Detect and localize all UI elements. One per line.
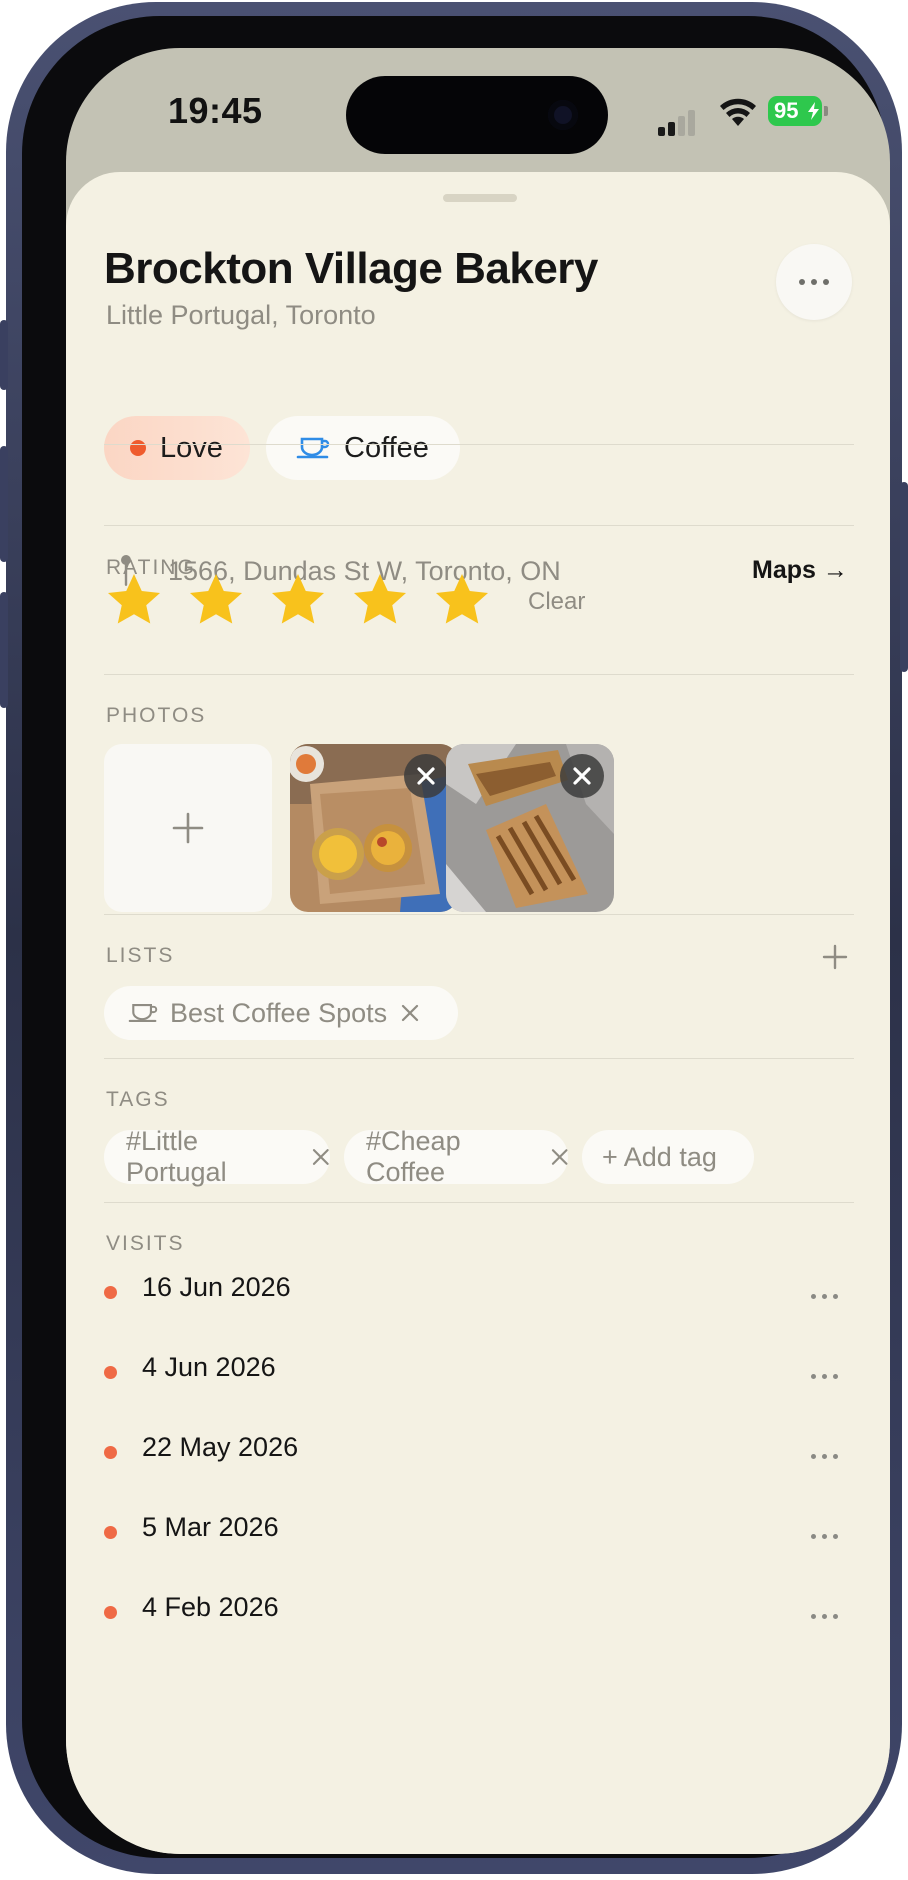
power-button [900,482,908,672]
dynamic-island [346,76,608,154]
visit-more-button[interactable] [811,1614,838,1619]
tag-label: #Little Portugal [126,1126,227,1187]
battery-tip [824,106,828,116]
visit-row[interactable]: 5 Mar 2026 [104,1512,854,1562]
photo-thumbnail[interactable] [446,744,614,912]
close-icon [573,767,591,785]
visit-more-button[interactable] [811,1374,838,1379]
add-tag-button[interactable]: + Add tag [582,1130,754,1184]
star-icon[interactable] [268,570,328,630]
ellipsis-icon [776,244,852,320]
visit-row[interactable]: 4 Feb 2026 [104,1592,854,1642]
tag-chip[interactable]: #Little Portugal [104,1126,330,1187]
status-chip-label: Love [160,431,223,464]
visit-date: 16 Jun 2026 [142,1272,291,1302]
visit-date: 4 Feb 2026 [142,1592,279,1622]
divider [104,444,854,445]
photo-thumbnail[interactable] [290,744,458,912]
plus-icon [172,812,204,844]
star-rating[interactable] [104,570,492,630]
tag-chip[interactable]: #Cheap Coffee [344,1126,568,1187]
divider [104,914,854,915]
visit-more-button[interactable] [811,1454,838,1459]
divider [104,1202,854,1203]
bezel: 19:45 95 Brockton Village Bakery Little … [22,16,890,1858]
wifi-icon [720,98,756,126]
divider [104,674,854,675]
status-chip-love[interactable]: Love [104,416,250,480]
remove-photo-button[interactable] [404,754,448,798]
more-options-button[interactable] [776,244,852,320]
action-button [0,320,8,390]
photos-label: PHOTOS [106,704,207,727]
visit-more-button[interactable] [811,1534,838,1539]
place-neighborhood: Little Portugal, Toronto [106,300,376,330]
divider [104,1058,854,1059]
visit-date: 22 May 2026 [142,1432,299,1462]
tags-label: TAGS [106,1088,170,1111]
visit-dot-icon [104,1526,117,1539]
volume-up-button [0,446,8,562]
visits-label: VISITS [106,1232,185,1255]
add-to-list-button[interactable] [822,944,848,970]
remove-list-icon[interactable] [401,1004,419,1022]
close-icon [417,767,435,785]
open-maps-link[interactable]: Maps → [752,556,848,585]
remove-tag-icon[interactable] [551,1148,568,1166]
volume-down-button [0,592,8,708]
visit-dot-icon [104,1366,117,1379]
list-chip[interactable]: Best Coffee Spots [104,986,458,1040]
visit-row[interactable]: 22 May 2026 [104,1432,854,1482]
divider [104,525,854,526]
sheet-grabber[interactable] [443,194,517,202]
clear-rating-button[interactable]: Clear [528,588,585,616]
remove-photo-button[interactable] [560,754,604,798]
phone-frame: 19:45 95 Brockton Village Bakery Little … [0,2,908,1874]
visit-date: 4 Jun 2026 [142,1352,276,1382]
battery-level: 95 [774,98,799,123]
tag-label: #Cheap Coffee [366,1126,461,1187]
status-time: 19:45 [168,90,263,131]
visit-more-button[interactable] [811,1294,838,1299]
star-icon[interactable] [186,570,246,630]
place-detail-sheet: Brockton Village Bakery Little Portugal,… [66,172,890,1854]
visit-dot-icon [104,1286,117,1299]
visit-row[interactable]: 16 Jun 2026 [104,1272,854,1322]
visit-date: 5 Mar 2026 [142,1512,279,1542]
lists-label: LISTS [106,944,175,967]
star-icon[interactable] [350,570,410,630]
visit-dot-icon [104,1446,117,1459]
camera-icon [548,100,578,130]
category-chip-label: Coffee [344,431,429,464]
visit-dot-icon [104,1606,117,1619]
charging-bolt-icon [808,102,819,120]
add-photo-button[interactable] [104,744,272,912]
category-chip-coffee[interactable]: Coffee [266,416,460,480]
coffee-cup-icon [128,1004,158,1022]
list-chip-label: Best Coffee Spots [170,997,388,1028]
love-dot-icon [130,440,146,456]
battery-icon: 95 [768,96,822,126]
visit-row[interactable]: 4 Jun 2026 [104,1352,854,1402]
add-tag-label: + Add tag [602,1141,717,1172]
remove-tag-icon[interactable] [312,1148,330,1166]
place-title: Brockton Village Bakery [104,244,598,293]
screen: 19:45 95 Brockton Village Bakery Little … [66,48,890,1854]
star-icon[interactable] [432,570,492,630]
cellular-signal-icon [658,110,702,136]
coffee-cup-icon [296,437,330,459]
star-icon[interactable] [104,570,164,630]
